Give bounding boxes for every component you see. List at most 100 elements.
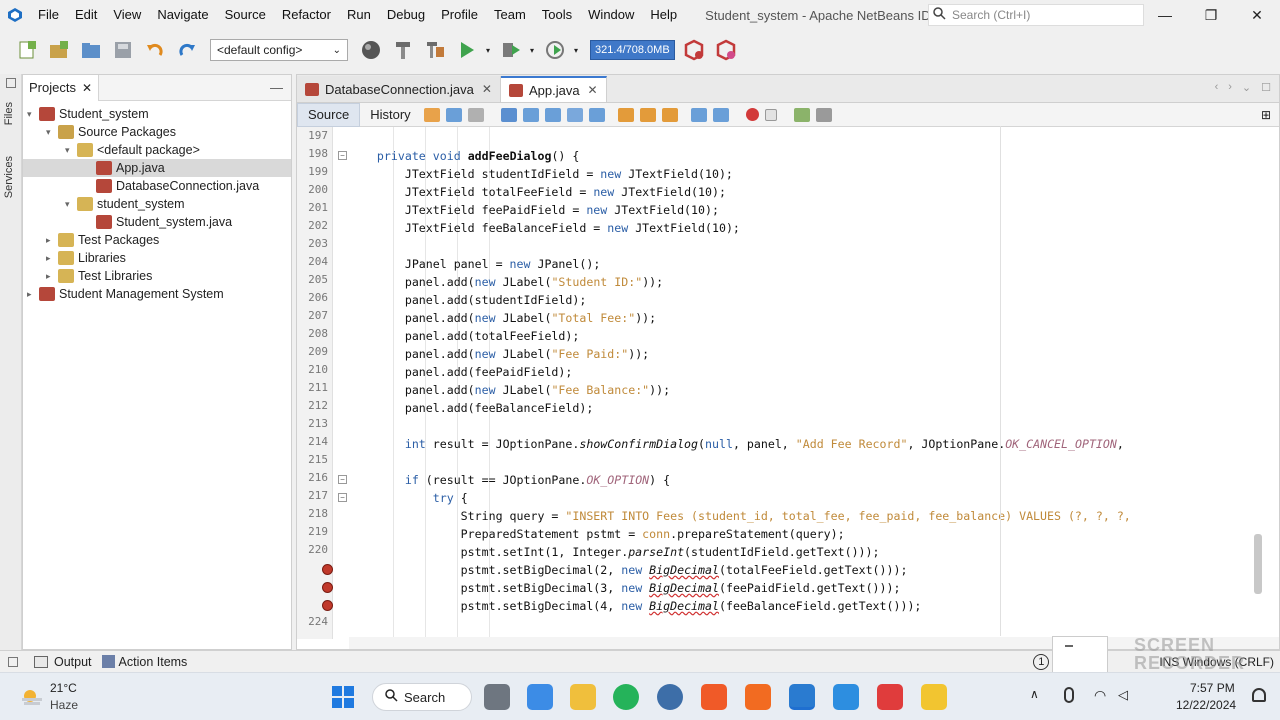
menu-run[interactable]: Run [339,0,379,30]
action-items-tab[interactable]: Action Items [119,655,188,669]
files-tab[interactable]: Files [3,102,15,125]
start-icon[interactable] [332,686,354,708]
toggle-bookmark-icon[interactable] [661,107,678,122]
maximize-icon[interactable]: ❐ [1188,0,1234,30]
close-icon[interactable]: ✕ [482,82,492,96]
collapse-arrow-icon[interactable]: ▸ [27,289,39,300]
run-dropdown-icon[interactable]: ▾ [486,46,490,55]
close-icon[interactable]: ✕ [1234,0,1280,30]
close-icon[interactable]: ✕ [82,81,92,95]
media-player-icon[interactable] [921,684,947,710]
toggle-highlight-icon[interactable] [588,107,605,122]
tree-item[interactable]: ▾ <default package> [23,141,291,159]
clock-date[interactable]: 12/22/2024 [1176,698,1236,712]
open-project-icon[interactable] [78,37,104,63]
xampp-icon[interactable] [745,684,771,710]
split-editor-icon[interactable]: ⊞ [1261,108,1271,122]
record-macro-icon[interactable] [745,108,759,121]
error-marker-icon[interactable] [322,582,333,593]
expand-arrow-icon[interactable]: ▾ [65,145,77,156]
fold-toggle-icon[interactable]: − [338,493,347,502]
run-icon[interactable] [454,37,480,63]
menu-source[interactable]: Source [217,0,274,30]
profile-dropdown-icon[interactable]: ▾ [574,46,578,55]
menu-tools[interactable]: Tools [534,0,580,30]
find-next-icon[interactable] [544,107,561,122]
menu-edit[interactable]: Edit [67,0,105,30]
minimize-icon[interactable]: — [1142,0,1188,30]
maximize-editor-icon[interactable]: ☐ [1261,81,1271,94]
tree-item[interactable]: Student_system.java [23,213,291,231]
new-file-icon[interactable] [14,37,40,63]
tree-item[interactable]: ▸ Test Packages [23,231,291,249]
close-icon[interactable]: ✕ [588,83,598,97]
clean-build-icon[interactable] [422,37,448,63]
error-marker-icon[interactable] [322,564,333,575]
fold-toggle-icon[interactable]: − [338,151,347,160]
editor-tab[interactable]: App.java ✕ [500,76,607,102]
menu-help[interactable]: Help [642,0,685,30]
debug-dropdown-icon[interactable]: ▾ [530,46,534,55]
weather-icon[interactable] [18,685,44,707]
store-icon[interactable] [527,684,553,710]
gc-icon[interactable] [681,37,707,63]
notification-badge[interactable]: 1 [1033,653,1050,670]
menu-window[interactable]: Window [580,0,642,30]
shift-right-icon[interactable] [712,107,729,122]
vertical-scrollbar[interactable] [1254,534,1262,594]
menu-team[interactable]: Team [486,0,534,30]
task-view-icon[interactable] [484,684,510,710]
projects-tab[interactable]: Projects ✕ [23,74,100,101]
file-explorer-icon[interactable] [570,684,596,710]
tree-item[interactable]: App.java [23,159,291,177]
tab-left-icon[interactable]: ‹ [1215,81,1219,94]
previous-bookmark-icon[interactable] [617,107,634,122]
error-marker-icon[interactable] [322,600,333,611]
code-area[interactable]: private void addFeeDialog() { JTextField… [349,127,1279,639]
shift-left-icon[interactable] [690,107,707,122]
forward-icon[interactable] [467,107,484,122]
editor-tab[interactable]: DatabaseConnection.java ✕ [297,76,501,102]
menu-debug[interactable]: Debug [379,0,433,30]
memory-indicator[interactable]: 321.4/708.0MB [590,40,675,60]
tree-item[interactable]: ▸ Student Management System [23,285,291,303]
wifi-icon[interactable]: ◠ [1094,687,1106,704]
profile-icon[interactable] [542,37,568,63]
tree-item[interactable]: ▾ Source Packages [23,123,291,141]
netbeans-taskbar-icon[interactable] [789,684,815,710]
collapse-arrow-icon[interactable]: ▸ [46,253,58,264]
tree-item[interactable]: ▸ Libraries [23,249,291,267]
find-icon[interactable] [500,107,517,122]
microphone-icon[interactable] [1064,687,1074,703]
collapse-arrow-icon[interactable]: ▸ [46,235,58,246]
debug-icon[interactable] [498,37,524,63]
source-tab[interactable]: Source [297,102,361,127]
clock-time[interactable]: 7:57 PM [1190,681,1235,695]
undo-icon[interactable] [142,37,168,63]
photos-icon[interactable] [833,684,859,710]
volume-icon[interactable]: ◁ [1118,687,1128,703]
tree-item[interactable]: ▸ Test Libraries [23,267,291,285]
menu-refactor[interactable]: Refactor [274,0,339,30]
menu-file[interactable]: File [30,0,67,30]
save-all-icon[interactable] [110,37,136,63]
screen-recorder-icon[interactable] [877,684,903,710]
brave-icon[interactable] [701,684,727,710]
build-hammer-icon[interactable] [390,37,416,63]
back-icon[interactable] [445,107,462,122]
uncomment-icon[interactable] [815,107,832,122]
expand-arrow-icon[interactable]: ▾ [46,127,58,138]
postgres-icon[interactable] [657,684,683,710]
tray-chevron-icon[interactable]: ∧ [1030,687,1039,701]
build-globe-icon[interactable] [358,37,384,63]
last-edit-icon[interactable] [423,107,440,122]
profiler-snapshot-icon[interactable] [713,37,739,63]
notification-bell-icon[interactable] [1252,688,1266,702]
config-dropdown[interactable]: <default config> ⌄ [210,39,348,61]
taskbar-search[interactable]: Search [372,683,472,711]
tree-item[interactable]: ▾ Student_system [23,105,291,123]
tab-list-icon[interactable]: ⌄ [1242,81,1251,94]
menu-profile[interactable]: Profile [433,0,486,30]
search-input[interactable]: Search (Ctrl+I) [928,4,1144,26]
tab-right-icon[interactable]: › [1228,81,1232,94]
